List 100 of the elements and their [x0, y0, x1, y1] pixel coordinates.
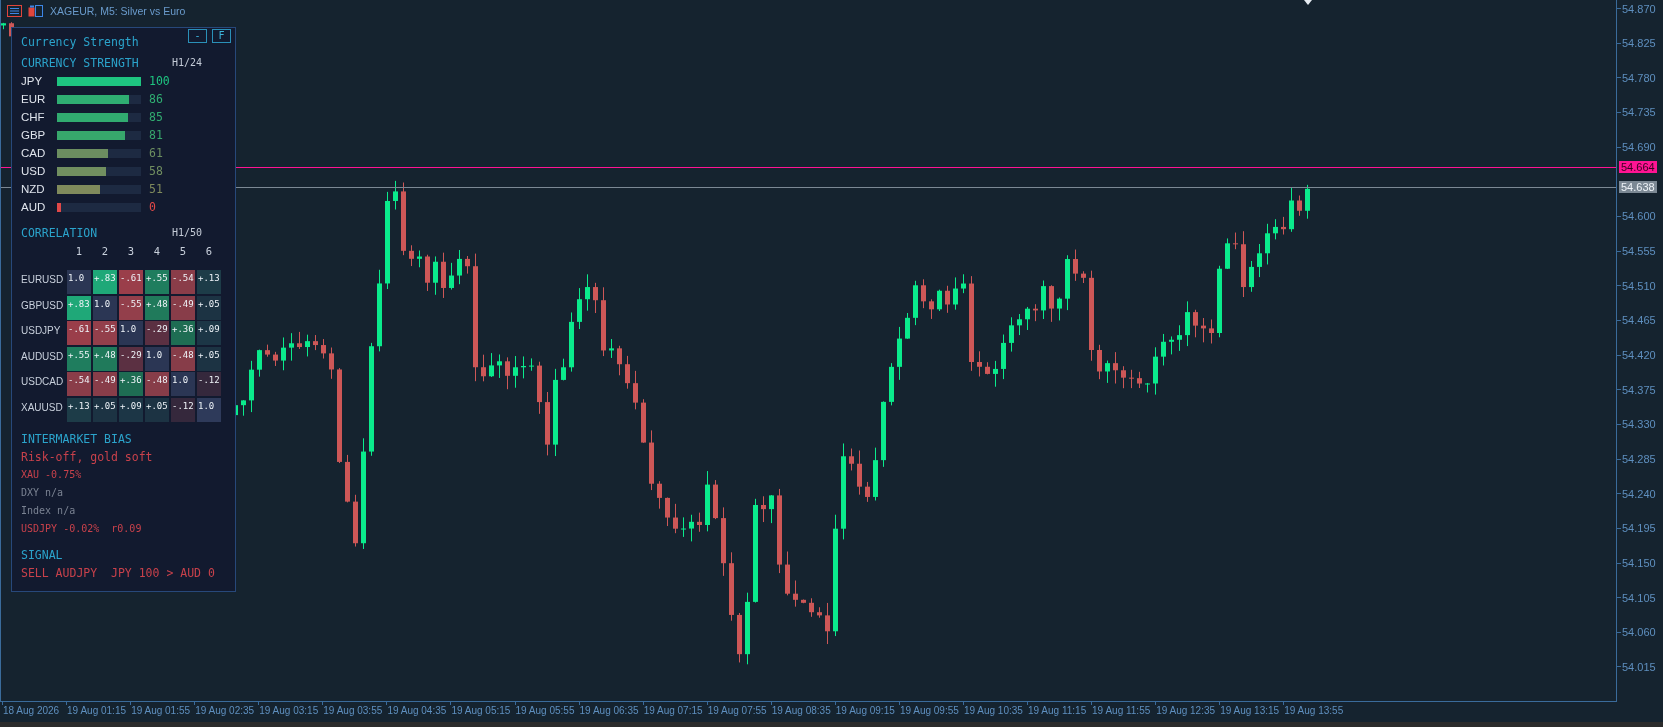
correlation-cell: +.36: [171, 321, 195, 346]
time-axis-label: 19 Aug 05:15: [451, 705, 512, 717]
correlation-cell: 1.0: [197, 397, 221, 422]
section-heading: INTERMARKET BIAS: [21, 431, 133, 446]
price-axis-label: 54.150: [1622, 557, 1656, 569]
section-heading: CORRELATION: [21, 226, 99, 240]
correlation-cell: -.49: [93, 372, 117, 397]
strength-value: 61: [149, 146, 163, 160]
signal-text: SELL AUDJPY JPY 100 > AUD 0: [21, 565, 215, 580]
strength-value: 81: [149, 128, 163, 142]
correlation-cell: -.61: [67, 321, 91, 346]
time-axis-label: 19 Aug 10:35: [963, 705, 1024, 717]
correlation-cell: +.13: [67, 397, 91, 422]
correlation-cell: -.61: [119, 270, 143, 294]
symbol-label: EURUSD: [21, 274, 65, 286]
price-axis-label: 54.870: [1622, 2, 1656, 15]
correlation-cell: +.55: [67, 346, 91, 371]
price-axis-label: 54.780: [1622, 71, 1656, 84]
column-header: 6: [204, 245, 214, 257]
symbol-label: USDJPY: [21, 325, 62, 338]
correlation-cell: -.54: [67, 372, 91, 397]
column-header: 4: [152, 245, 162, 257]
correlation-cell: +.36: [119, 372, 143, 397]
bias-text: Risk-off, gold soft: [21, 449, 153, 464]
chart-title: XAGEUR, M5: Silver vs Euro: [50, 5, 186, 17]
price-axis-label: 54.555: [1622, 245, 1656, 258]
bias-text: Index n/a: [21, 504, 76, 517]
symbol-label: GBPUSD: [21, 299, 65, 312]
time-axis-label: 19 Aug 01:15: [67, 705, 127, 717]
list-icon[interactable]: [7, 5, 22, 17]
correlation-cell: -.29: [145, 321, 169, 346]
time-axis-label: 19 Aug 12:35: [1156, 705, 1217, 717]
correlation-cell: -.55: [93, 321, 117, 346]
symbol-label: USDCAD: [21, 376, 65, 389]
correlation-cell: +.83: [67, 295, 91, 320]
strength-value: 0: [149, 200, 156, 214]
time-axis-label: 19 Aug 09:55: [899, 705, 960, 717]
correlation-cell: +.09: [119, 397, 143, 422]
correlation-cell: 1.0: [67, 270, 91, 294]
column-header: 5: [178, 245, 188, 257]
currency-label: EUR: [21, 92, 47, 106]
timeframe-label: H1/24: [172, 57, 203, 69]
time-axis-label: 19 Aug 07:15: [643, 705, 704, 717]
correlation-cell: -.48: [145, 372, 169, 397]
time-axis-label: 19 Aug 08:35: [771, 705, 832, 717]
correlation-cell: 1.0: [171, 372, 195, 397]
time-axis-label: 19 Aug 11:15: [1028, 705, 1088, 717]
correlation-cell: -.12: [197, 372, 221, 397]
strength-value: 58: [149, 164, 163, 178]
time-axis-label: 19 Aug 02:35: [195, 705, 256, 717]
price-axis-label: 54.735: [1622, 106, 1656, 119]
currency-label: JPY: [21, 74, 44, 88]
price-axis-label: 54.105: [1622, 591, 1656, 604]
time-axis-label: 19 Aug 04:35: [387, 705, 448, 717]
correlation-cell: +.55: [145, 270, 169, 294]
currency-label: AUD: [21, 200, 47, 214]
price-axis-label: 54.600: [1622, 210, 1656, 223]
correlation-cell: -.54: [171, 270, 195, 294]
column-header: 2: [100, 245, 110, 257]
currency-label: NZD: [21, 182, 46, 196]
price-axis-label: 54.060: [1622, 626, 1656, 639]
time-axis-label: 19 Aug 03:15: [259, 705, 320, 717]
correlation-cell: 1.0: [93, 295, 117, 320]
symbol-label: XAUUSD: [21, 401, 64, 414]
strength-value: 85: [149, 110, 163, 124]
time-axis-label: 19 Aug 06:35: [579, 705, 640, 717]
time-axis-label: 19 Aug 13:55: [1284, 705, 1345, 717]
time-axis-label: 19 Aug 05:55: [515, 705, 576, 717]
symbol-label: AUDUSD: [21, 350, 65, 363]
currency-label: CAD: [21, 146, 47, 160]
price-axis-label: 54.825: [1622, 37, 1656, 50]
price-axis-label: 54.465: [1622, 314, 1656, 327]
strength-value: 100: [149, 74, 170, 88]
price-axis-label: 54.510: [1622, 279, 1656, 292]
correlation-cell: -.12: [171, 397, 195, 422]
panel-button[interactable]: -: [188, 29, 207, 43]
price-axis-label: 54.285: [1622, 453, 1656, 466]
price-axis-label: 54.330: [1622, 418, 1656, 431]
strength-value: 86: [149, 92, 163, 106]
time-axis-label: 19 Aug 03:55: [323, 705, 384, 717]
price-axis-label: 54.420: [1622, 349, 1656, 362]
panels-icon[interactable]: [28, 5, 43, 17]
section-heading: SIGNAL: [21, 547, 64, 562]
currency-label: CHF: [21, 110, 46, 124]
currency-label: GBP: [21, 128, 47, 142]
correlation-cell: 1.0: [145, 346, 169, 371]
section-heading: CURRENCY STRENGTH: [21, 56, 140, 70]
correlation-cell: +.05: [145, 397, 169, 422]
currency-label: USD: [21, 164, 47, 178]
correlation-cell: +.09: [197, 321, 221, 346]
price-tag: 54.664: [1619, 161, 1657, 173]
panel-button[interactable]: F: [212, 29, 231, 43]
correlation-cell: -.48: [171, 346, 195, 371]
correlation-cell: +.83: [93, 270, 117, 294]
correlation-cell: -.49: [171, 295, 195, 320]
bias-text: DXY n/a: [21, 486, 64, 499]
correlation-cell: +.13: [197, 270, 221, 294]
column-header: 3: [126, 245, 136, 257]
timeframe-label: H1/50: [172, 227, 203, 239]
strength-value: 51: [149, 182, 163, 196]
